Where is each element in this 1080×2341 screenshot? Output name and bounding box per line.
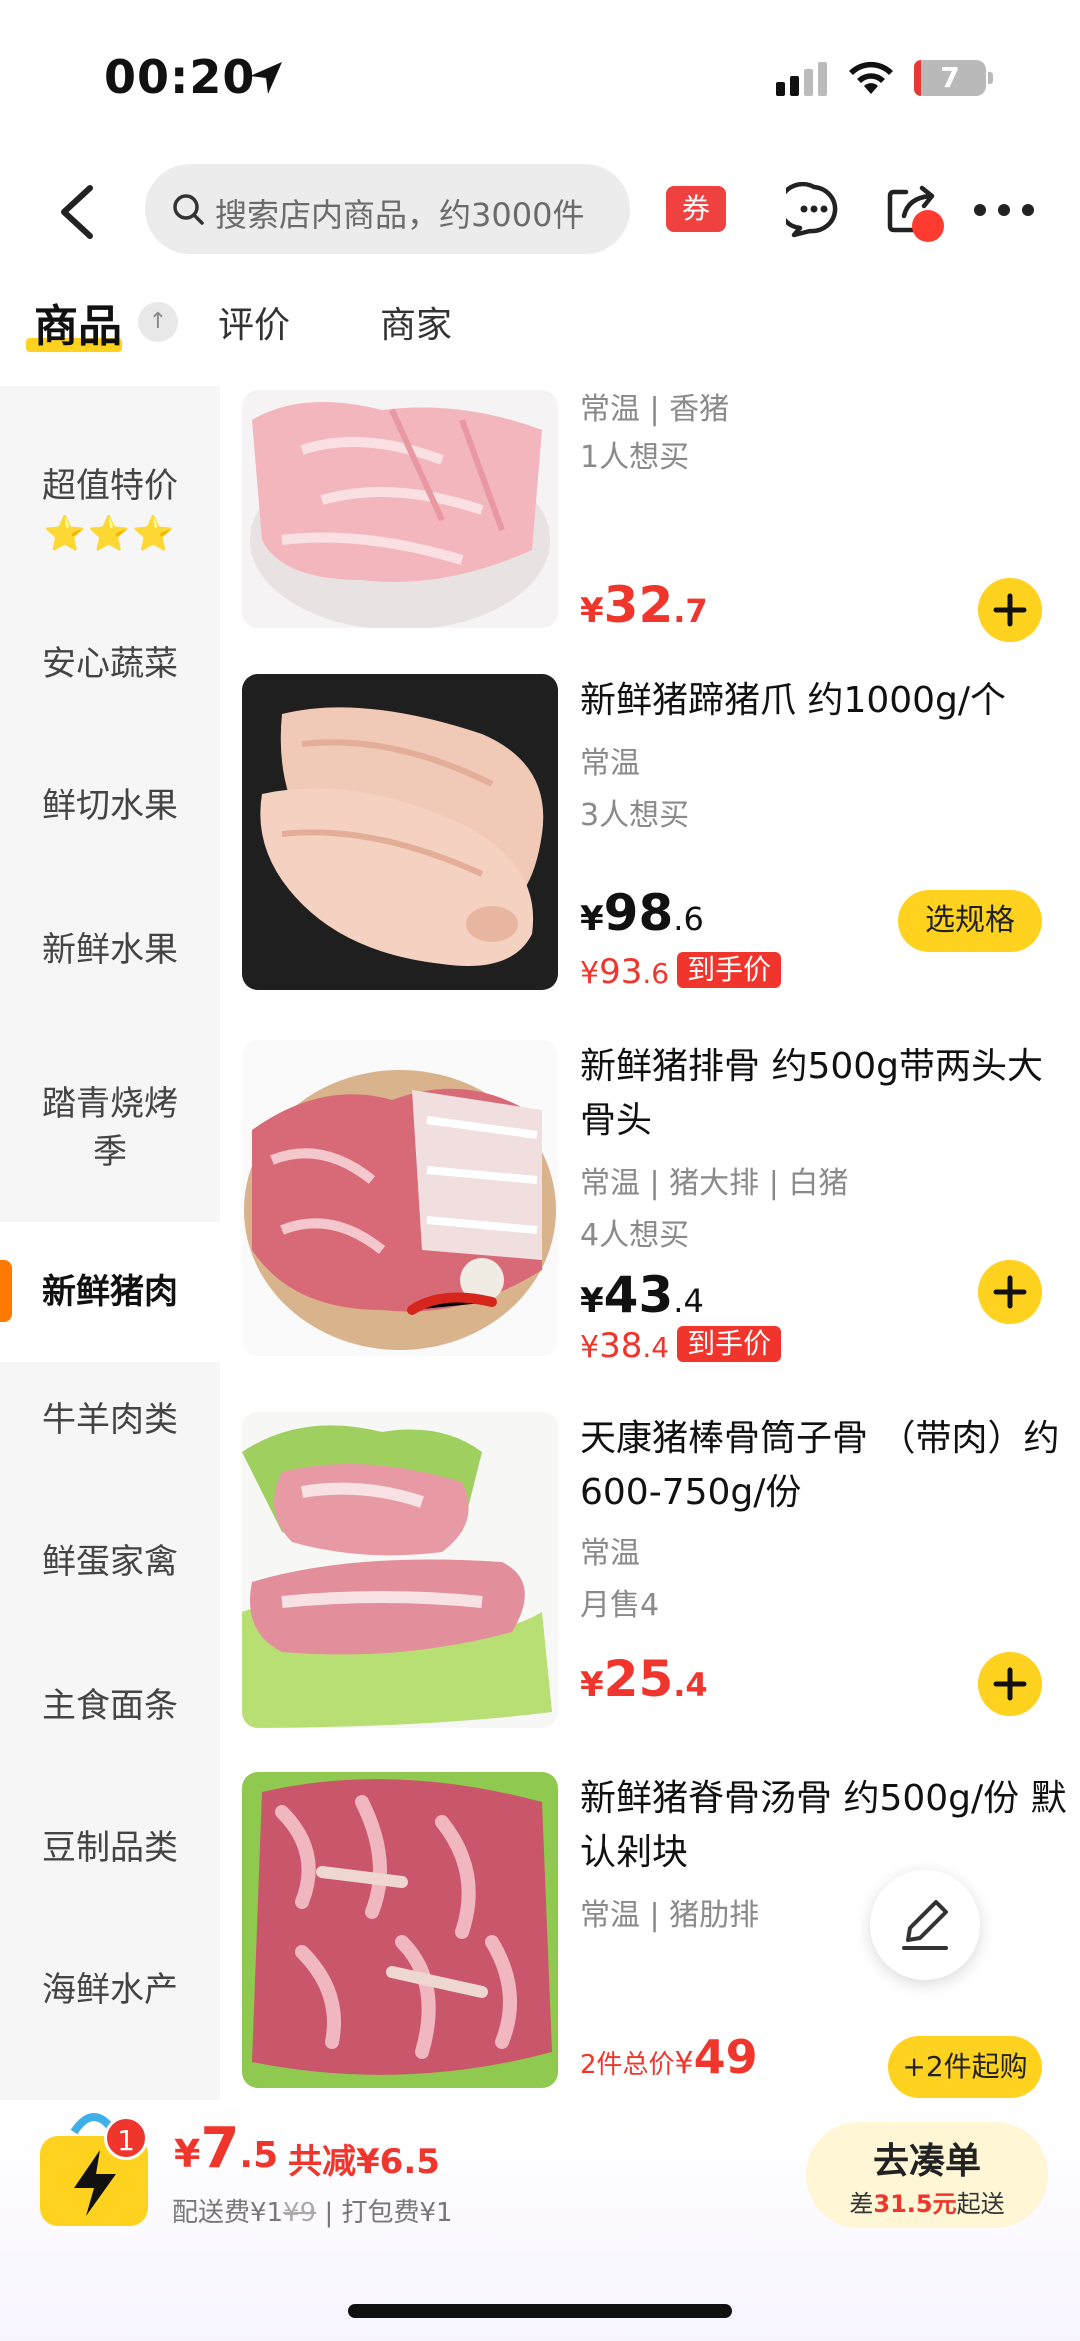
sidebar-item-staples[interactable]: 主食面条 [0,1682,220,1730]
active-indicator [0,1260,12,1322]
pencil-icon [902,1900,948,1950]
coupon-button[interactable]: 券 [666,186,726,232]
star-icons: ⭐⭐⭐ [43,514,177,554]
product-card[interactable]: 天康猪棒骨筒子骨 （带肉）约600-750g/份 常温 月售4 ¥25.4 [242,1412,1072,1728]
scroll-top-icon[interactable]: ↑ [138,302,178,342]
product-sales: 月售4 [580,1588,660,1623]
product-price: ¥43.4 [580,1266,704,1324]
store-tabs: 商品 ↑ 评价 商家 [0,270,1080,370]
deal-badge: 到手价 [677,1326,782,1362]
product-attrs: 常温 | 猪肋排 [580,1898,760,1933]
status-bar: 00:20 7 [0,0,1080,150]
cart-total: ¥7.5 [174,2116,279,2181]
sidebar-item-cut-fruit[interactable]: 鲜切水果 [0,782,220,830]
home-indicator [348,2304,732,2318]
tab-products[interactable]: 商品 [34,290,122,354]
edit-button[interactable] [870,1870,980,1980]
location-arrow-icon [250,62,282,94]
product-title[interactable]: 新鲜猪蹄猪爪 约1000g/个 [580,674,1070,728]
deal-badge: 到手价 [677,952,782,988]
product-image[interactable] [242,674,558,990]
product-attrs: 常温 | 猪大排 | 白猪 [580,1166,849,1201]
delivery-fee: 配送费¥1¥9 | 打包费¥1 [172,2198,453,2228]
sidebar-item-vegetables[interactable]: 安心蔬菜 [0,640,220,688]
add-to-cart-button[interactable] [978,578,1042,642]
product-wants: 3人想买 [580,798,690,833]
chat-icon[interactable] [786,182,842,238]
store-header: 搜索店内商品，约3000件 券 [0,160,1080,260]
tab-merchant[interactable]: 商家 [380,296,452,348]
product-card[interactable]: 常温 | 香猪 1人想买 ¥32.7 [242,390,1072,642]
product-attrs: 常温 | 香猪 [580,392,730,427]
product-card[interactable]: 新鲜猪排骨 约500g带两头大骨头 常温 | 猪大排 | 白猪 4人想买 ¥43… [242,1040,1072,1366]
wifi-icon [849,61,893,94]
product-title[interactable]: 天康猪棒骨筒子骨 （带肉）约600-750g/份 [580,1412,1070,1520]
product-price: ¥98.6 [580,884,704,942]
product-attrs: 常温 [580,746,640,781]
search-placeholder: 搜索店内商品，约3000件 [215,196,585,234]
battery-tip [988,72,993,84]
sidebar-item-label: 超值特价 [42,466,178,506]
product-card[interactable]: 新鲜猪蹄猪爪 约1000g/个 常温 3人想买 ¥98.6 ¥93.6 到手价 选… [242,674,1072,992]
product-attrs: 常温 [580,1536,640,1571]
red-packet-icon [912,210,944,242]
add-to-cart-button[interactable] [978,1260,1042,1324]
product-image[interactable] [242,1040,558,1356]
sidebar-item-pork[interactable]: 新鲜猪肉 [0,1222,220,1362]
back-button[interactable] [52,182,102,242]
product-image[interactable] [242,1772,558,2088]
multi-price: 2件总价¥49 [580,2030,758,2084]
search-input[interactable]: 搜索店内商品，约3000件 [145,164,630,254]
sidebar-item-eggs-poultry[interactable]: 鲜蛋家禽 [0,1538,220,1586]
product-title[interactable]: 新鲜猪脊骨汤骨 约500g/份 默认剁块 [580,1772,1070,1880]
sidebar-item-beef-mutton[interactable]: 牛羊肉类 [0,1396,220,1444]
product-price: ¥25.4 [580,1650,708,1708]
clock: 00:20 [104,50,256,104]
search-icon [173,194,204,225]
more-icon[interactable] [972,200,1036,220]
select-spec-button[interactable]: 选规格 [898,890,1042,952]
product-image[interactable] [242,1412,558,1728]
min-order-diff: 差31.5元起送 [849,2190,1005,2218]
min-purchase-button[interactable]: +2件起购 [888,2036,1042,2098]
deal-price: ¥93.6 到手价 [580,952,782,992]
sidebar-item-bbq[interactable]: 踏青烧烤季 [0,1080,220,1176]
product-wants: 4人想买 [580,1218,690,1253]
tab-reviews[interactable]: 评价 [218,296,290,348]
sidebar-item-seafood[interactable]: 海鲜水产 [0,1966,220,2014]
category-sidebar: 超值特价 ⭐⭐⭐ 安心蔬菜 鲜切水果 新鲜水果 踏青烧烤季 新鲜猪肉 牛羊肉类 … [0,386,220,2100]
cart-count-badge: 1 [104,2116,148,2160]
product-image[interactable] [242,390,558,628]
go-checkout-button[interactable]: 去凑单 差31.5元起送 [806,2122,1048,2228]
cart-discount: 共减¥6.5 [288,2142,440,2182]
cellular-signal-icon [776,62,827,96]
sidebar-item-special[interactable]: 超值特价 ⭐⭐⭐ [0,462,220,558]
deal-price: ¥38.4 到手价 [580,1326,782,1366]
sidebar-item-tofu[interactable]: 豆制品类 [0,1824,220,1872]
go-checkout-label: 去凑单 [872,2141,981,2182]
product-price: ¥32.7 [580,576,708,634]
battery-indicator: 7 [914,60,986,96]
product-wants: 1人想买 [580,440,690,475]
add-to-cart-button[interactable] [978,1652,1042,1716]
sidebar-item-fresh-fruit[interactable]: 新鲜水果 [0,926,220,974]
product-title[interactable]: 新鲜猪排骨 约500g带两头大骨头 [580,1040,1070,1148]
